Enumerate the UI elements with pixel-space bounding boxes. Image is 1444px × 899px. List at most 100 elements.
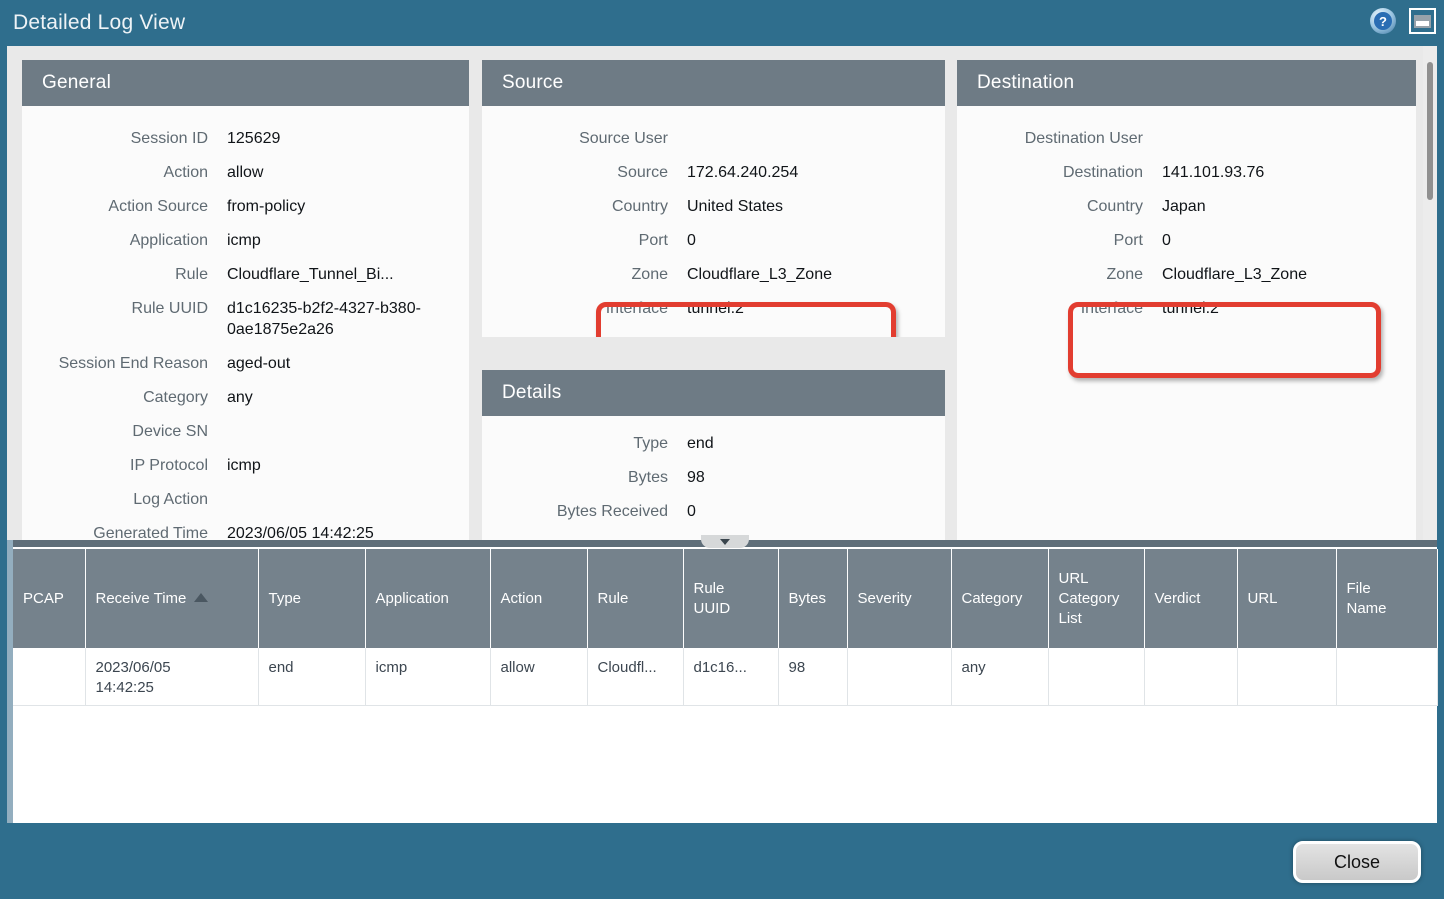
cell-severity (847, 648, 951, 705)
field-value: d1c16235-b2f2-4327-b380-0ae1875e2a26 (227, 298, 469, 340)
column-header-rule[interactable]: Rule (587, 549, 683, 648)
field-label: Session ID (22, 128, 227, 149)
field-value: Cloudflare_L3_Zone (687, 264, 945, 285)
field-label: Interface (482, 298, 687, 319)
splitter-handle[interactable] (701, 535, 749, 548)
field-value: icmp (227, 455, 469, 476)
field-row: Actionallow (22, 162, 469, 183)
field-label: Source User (482, 128, 687, 149)
column-header-type[interactable]: Type (258, 549, 365, 648)
field-value (227, 421, 469, 442)
field-row: Rule UUIDd1c16235-b2f2-4327-b380-0ae1875… (22, 298, 469, 340)
field-label: Rule UUID (22, 298, 227, 340)
field-row: Bytes98 (482, 467, 945, 488)
field-row: Interfacetunnel.2 (482, 298, 945, 319)
cell-application: icmp (365, 648, 490, 705)
source-panel: Source Source User Source172.64.240.254 … (482, 60, 945, 337)
field-row: Destination User (957, 128, 1416, 149)
window-glyph (1414, 15, 1431, 28)
field-row: Applicationicmp (22, 230, 469, 251)
field-label: Destination User (957, 128, 1162, 149)
cell-url (1237, 648, 1336, 705)
general-panel: General Session ID125629 Actionallow Act… (22, 60, 469, 540)
field-label: Destination (957, 162, 1162, 183)
field-row: Session End Reasonaged-out (22, 353, 469, 374)
sort-asc-icon (194, 593, 208, 602)
field-label: Port (957, 230, 1162, 251)
field-label: Session End Reason (22, 353, 227, 374)
column-header-bytes[interactable]: Bytes (778, 549, 847, 648)
field-row: Port0 (957, 230, 1416, 251)
field-value: United States (687, 196, 945, 217)
field-value: aged-out (227, 353, 469, 374)
field-value: Cloudflare_L3_Zone (1162, 264, 1416, 285)
field-value (227, 489, 469, 510)
field-label: Rule (22, 264, 227, 285)
field-row: CountryUnited States (482, 196, 945, 217)
cell-type: end (258, 648, 365, 705)
field-label: Port (482, 230, 687, 251)
field-row: RuleCloudflare_Tunnel_Bi... (22, 264, 469, 285)
field-value: Japan (1162, 196, 1416, 217)
field-value: from-policy (227, 196, 469, 217)
destination-panel-header: Destination (957, 60, 1416, 106)
cell-file-name (1336, 648, 1437, 705)
field-value: icmp (227, 230, 469, 251)
question-mark-glyph: ? (1374, 12, 1392, 30)
cell-rule-uuid: d1c16... (683, 648, 778, 705)
field-value: 172.64.240.254 (687, 162, 945, 183)
cell-bytes: 98 (778, 648, 847, 705)
field-label: Log Action (22, 489, 227, 510)
cell-rule: Cloudfl... (587, 648, 683, 705)
column-header-url-category-list[interactable]: URL Category List (1048, 549, 1144, 648)
field-row: Generated Time2023/06/05 14:42:25 (22, 523, 469, 540)
field-label: Type (482, 433, 687, 454)
field-row: Action Sourcefrom-policy (22, 196, 469, 217)
field-row: Device SN (22, 421, 469, 442)
field-row: Log Action (22, 489, 469, 510)
field-value: allow (227, 162, 469, 183)
field-row: Source User (482, 128, 945, 149)
field-label: Bytes Received (482, 501, 687, 522)
destination-panel: Destination Destination User Destination… (957, 60, 1416, 540)
vertical-scrollbar[interactable] (1423, 46, 1437, 540)
cell-category: any (951, 648, 1048, 705)
column-header-receive-time[interactable]: Receive Time (85, 549, 258, 648)
field-row: Destination141.101.93.76 (957, 162, 1416, 183)
source-panel-header: Source (482, 60, 945, 106)
help-icon[interactable]: ? (1370, 8, 1396, 34)
general-panel-header: General (22, 60, 469, 106)
cell-pcap (13, 648, 85, 705)
field-row: ZoneCloudflare_L3_Zone (957, 264, 1416, 285)
field-value: tunnel.2 (1162, 298, 1416, 319)
field-label: Interface (957, 298, 1162, 319)
pane-splitter[interactable] (13, 540, 1437, 547)
field-label: IP Protocol (22, 455, 227, 476)
restore-window-icon[interactable] (1409, 8, 1436, 34)
field-label: Source (482, 162, 687, 183)
column-header-url[interactable]: URL (1237, 549, 1336, 648)
column-header-action[interactable]: Action (490, 549, 587, 648)
field-value: 0 (1162, 230, 1416, 251)
column-header-severity[interactable]: Severity (847, 549, 951, 648)
table-row[interactable]: 2023/06/05 14:42:25 end icmp allow Cloud… (13, 648, 1437, 705)
close-button[interactable]: Close (1293, 841, 1421, 883)
column-header-pcap[interactable]: PCAP (13, 549, 85, 648)
table-header-row: PCAP Receive Time Type Application Actio… (13, 549, 1437, 648)
column-header-file-name[interactable]: File Name (1336, 549, 1437, 648)
column-header-rule-uuid[interactable]: Rule UUID (683, 549, 778, 648)
field-value (687, 128, 945, 149)
field-label: Action Source (22, 196, 227, 217)
cell-action: allow (490, 648, 587, 705)
log-table: PCAP Receive Time Type Application Actio… (13, 549, 1438, 706)
column-header-category[interactable]: Category (951, 549, 1048, 648)
column-header-verdict[interactable]: Verdict (1144, 549, 1237, 648)
field-value (1162, 128, 1416, 149)
field-label: Country (482, 196, 687, 217)
field-value: Cloudflare_Tunnel_Bi... (227, 264, 469, 285)
field-value: tunnel.2 (687, 298, 945, 319)
scrollbar-thumb[interactable] (1427, 62, 1433, 200)
column-header-application[interactable]: Application (365, 549, 490, 648)
field-value: 0 (687, 501, 945, 522)
field-row: ZoneCloudflare_L3_Zone (482, 264, 945, 285)
